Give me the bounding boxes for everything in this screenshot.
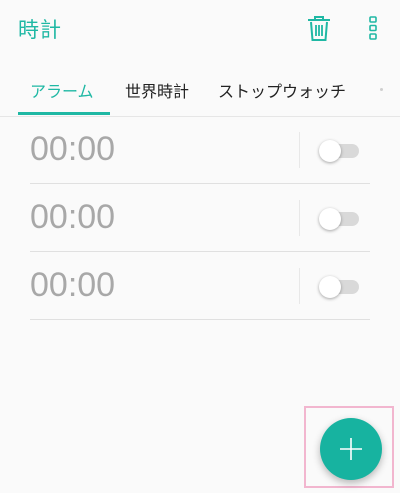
toggle-thumb	[319, 140, 341, 162]
alarm-row[interactable]: 00:00	[30, 116, 370, 184]
toggle-thumb	[319, 208, 341, 230]
tab-bar: アラーム 世界時計 ストップウォッチ	[0, 62, 400, 117]
alarm-list: 00:00 00:00 00:00	[30, 116, 370, 320]
more-options-button[interactable]	[366, 16, 380, 40]
tab-overflow-indicator	[380, 88, 383, 91]
alarm-time[interactable]: 00:00	[30, 198, 115, 237]
alarm-toggle[interactable]	[319, 275, 359, 298]
app-title: 時計	[18, 18, 62, 42]
delete-button[interactable]	[306, 14, 332, 42]
plus-icon	[340, 438, 362, 460]
toggle-thumb	[319, 276, 341, 298]
row-divider	[299, 268, 300, 304]
alarm-row[interactable]: 00:00	[30, 252, 370, 320]
trash-icon	[308, 16, 330, 41]
alarm-toggle[interactable]	[319, 139, 359, 162]
alarm-time[interactable]: 00:00	[30, 266, 115, 305]
alarm-row[interactable]: 00:00	[30, 184, 370, 252]
tab-world-clock[interactable]: 世界時計	[125, 78, 189, 102]
tab-alarm[interactable]: アラーム	[30, 78, 94, 102]
app-bar: 時計	[0, 0, 400, 62]
tab-stopwatch[interactable]: ストップウォッチ	[218, 78, 346, 102]
alarm-time[interactable]: 00:00	[30, 130, 115, 169]
row-divider	[299, 200, 300, 236]
row-divider	[299, 132, 300, 168]
alarm-toggle[interactable]	[319, 207, 359, 230]
more-vertical-icon	[369, 16, 377, 40]
add-alarm-button[interactable]	[320, 418, 382, 480]
active-tab-indicator	[18, 112, 110, 115]
